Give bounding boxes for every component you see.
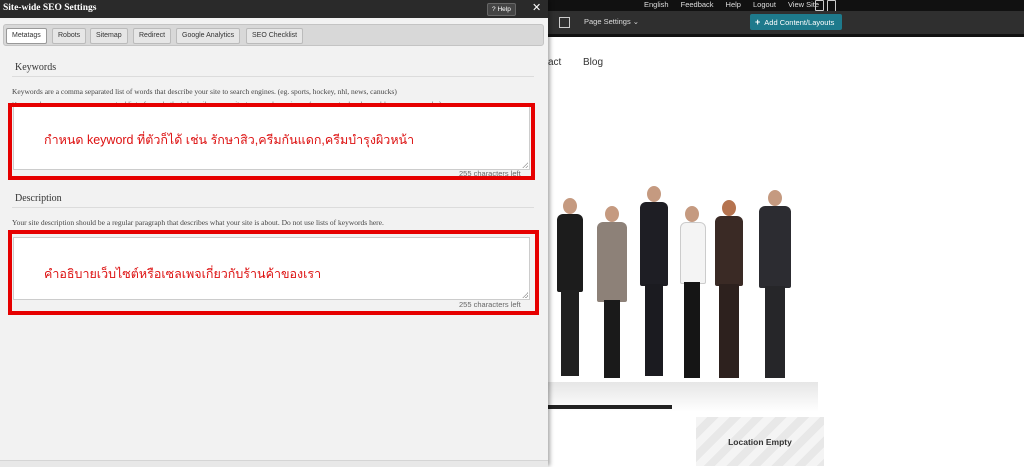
chevron-down-icon: ⌄ [632, 17, 640, 26]
team-photo [548, 172, 818, 382]
top-links: English Feedback Help Logout View Site [644, 0, 819, 11]
person [588, 202, 636, 382]
person [548, 192, 592, 382]
modal-title-bar: Site-wide SEO Settings ? Help ✕ [0, 0, 548, 18]
tab-robots[interactable]: Robots [52, 28, 87, 44]
content-divider [548, 405, 672, 409]
help-link[interactable]: Help [726, 0, 741, 11]
person [632, 182, 676, 382]
feedback-link[interactable]: Feedback [681, 0, 714, 11]
page-settings-menu[interactable]: Page Settings ⌄ [584, 17, 639, 26]
description-value: คำอธิบายเว็บไซต์หรือเซลเพจเกี่ยวกับร้านค… [44, 267, 322, 281]
add-content-label: Add Content/Layouts [764, 18, 835, 27]
keywords-value: กำหนด keyword ที่ตัวก็ได้ เช่น รักษาสิว,… [44, 133, 415, 147]
page-settings-label: Page Settings [584, 17, 631, 26]
description-heading: Description [15, 193, 62, 204]
keywords-help-text: Keywords are a comma separated list of w… [12, 87, 397, 96]
calendar-icon[interactable] [559, 17, 570, 28]
help-button[interactable]: ? Help [487, 3, 516, 16]
seo-settings-modal: Site-wide SEO Settings ? Help ✕ Metatags… [0, 0, 548, 467]
person [706, 194, 752, 382]
seo-tabs: Metatags Robots Sitemap Redirect Google … [3, 24, 544, 46]
person [750, 186, 800, 382]
tab-seo-checklist[interactable]: SEO Checklist [246, 28, 304, 44]
location-empty-label: Location Empty [728, 437, 792, 447]
keywords-divider [12, 76, 534, 77]
logout-link[interactable]: Logout [753, 0, 776, 11]
nav-item-blog[interactable]: Blog [583, 57, 603, 68]
add-content-button[interactable]: + Add Content/Layouts [750, 14, 842, 30]
help-button-label: Help [497, 6, 511, 13]
tab-sitemap[interactable]: Sitemap [90, 28, 128, 44]
language-selector[interactable]: English [644, 0, 669, 11]
question-icon: ? [492, 6, 496, 13]
description-help-text: Your site description should be a regula… [12, 218, 384, 227]
keywords-heading: Keywords [15, 62, 57, 73]
tablet-icon[interactable] [815, 0, 824, 11]
tab-google-analytics[interactable]: Google Analytics [176, 28, 241, 44]
site-preview: act Blog Location Empty [548, 37, 1024, 466]
description-divider [12, 207, 534, 208]
modal-title: Site-wide SEO Settings [3, 3, 97, 13]
tab-metatags[interactable]: Metatags [6, 28, 47, 44]
close-icon[interactable]: ✕ [532, 2, 541, 15]
editor-toolbar: Page Settings ⌄ + Add Content/Layouts [548, 11, 1024, 34]
tab-redirect[interactable]: Redirect [133, 28, 172, 44]
empty-location-placeholder[interactable]: Location Empty [696, 417, 824, 466]
nav-item-contact[interactable]: act [548, 57, 562, 68]
plus-icon: + [755, 17, 761, 27]
